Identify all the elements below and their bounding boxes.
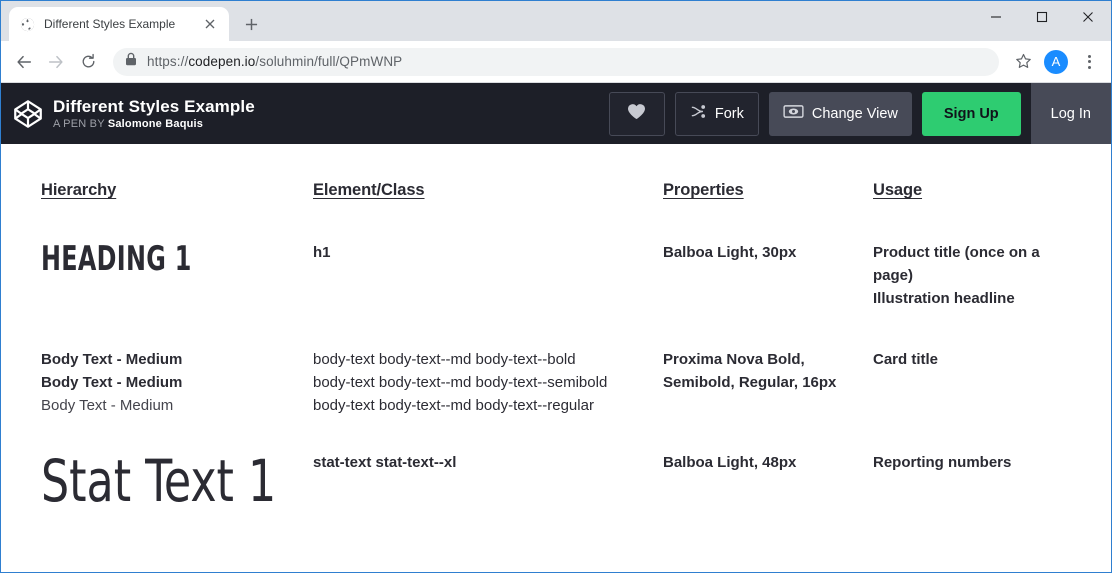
address-bar[interactable]: https://codepen.io/soluhmin/full/QPmWNP xyxy=(113,47,999,76)
cell-properties: Proxima Nova Bold, Semibold, Regular, 16… xyxy=(663,311,873,418)
usage-line: Product title (once on a xyxy=(873,244,1040,261)
back-arrow-icon[interactable] xyxy=(9,47,39,77)
cell-properties: Balboa Light, 48px xyxy=(663,418,873,510)
usage-line: Illustration headline xyxy=(873,289,1015,307)
pen-title: Different Styles Example xyxy=(53,96,255,116)
sign-up-label: Sign Up xyxy=(943,105,999,122)
property-line: Balboa Light, 30px xyxy=(663,244,797,261)
pen-content: Hierarchy Element/Class Properties Usage… xyxy=(1,144,1111,572)
browser-window: Different Styles Example https://codepen… xyxy=(0,0,1112,573)
kebab-menu-icon[interactable] xyxy=(1075,48,1103,76)
property-line: Proxima Nova Bold, xyxy=(663,350,805,368)
column-header-hierarchy: Hierarchy xyxy=(41,181,117,199)
cell-properties: Balboa Light, 30px xyxy=(663,200,873,311)
sample-body-regular: Body Text - Medium xyxy=(41,396,174,414)
cell-usage: Reporting numbers xyxy=(873,418,1111,510)
property-line: Balboa Light, 48px xyxy=(663,453,797,471)
class-name: stat-text stat-text--xl xyxy=(313,453,457,471)
pen-author: Salomone Baquis xyxy=(107,117,204,130)
class-name: body-text body-text--md body-text--semib… xyxy=(313,373,608,391)
cell-usage: Product title (once on a page) Illustrat… xyxy=(873,200,1111,311)
sample-heading-1: HEADING 1 xyxy=(41,239,192,279)
class-name: body-text body-text--md body-text--regul… xyxy=(313,396,594,414)
fork-icon xyxy=(690,104,707,123)
pen-byline: A PEN BY Salomone Baquis xyxy=(53,117,255,131)
byline-prefix: A PEN BY xyxy=(53,117,105,130)
fork-label: Fork xyxy=(714,105,744,122)
window-controls xyxy=(973,1,1111,33)
tab-strip: Different Styles Example xyxy=(1,1,1111,41)
styles-table: Hierarchy Element/Class Properties Usage… xyxy=(1,144,1111,510)
column-header-properties: Properties xyxy=(663,181,744,199)
cell-hierarchy: Body Text - Medium Body Text - Medium Bo… xyxy=(41,311,313,418)
url-text: https://codepen.io/soluhmin/full/QPmWNP xyxy=(147,54,402,69)
cell-element-class: body-text body-text--md body-text--bold … xyxy=(313,311,663,418)
sample-stat-text: Stat Text 1 xyxy=(41,446,277,515)
class-name: h1 xyxy=(313,244,331,261)
cell-element-class: h1 xyxy=(313,200,663,311)
column-header-usage: Usage xyxy=(873,181,923,199)
class-name: body-text body-text--md body-text--bold xyxy=(313,350,576,368)
reload-icon[interactable] xyxy=(73,47,103,77)
codepen-logo-icon[interactable] xyxy=(11,97,45,131)
sign-up-button[interactable]: Sign Up xyxy=(921,91,1021,136)
fork-button[interactable]: Fork xyxy=(674,91,759,136)
lock-icon xyxy=(125,52,137,71)
codepen-titles: Different Styles Example A PEN BY Salomo… xyxy=(53,96,255,132)
change-view-button[interactable]: Change View xyxy=(768,91,912,136)
url-full: https://codepen.io/soluhmin/full/QPmWNP xyxy=(147,54,403,69)
minimize-icon[interactable] xyxy=(973,1,1019,33)
sample-body-semibold: Body Text - Medium xyxy=(41,373,183,391)
sample-body-bold: Body Text - Medium xyxy=(41,350,183,368)
usage-line: page) xyxy=(873,266,914,284)
star-icon[interactable] xyxy=(1009,48,1037,76)
avatar[interactable]: A xyxy=(1044,49,1068,74)
close-icon[interactable] xyxy=(201,15,219,33)
cell-usage: Card title xyxy=(873,311,1111,418)
log-in-button[interactable]: Log In xyxy=(1030,83,1111,144)
window-close-icon[interactable] xyxy=(1065,1,1111,33)
browser-tab[interactable]: Different Styles Example xyxy=(9,7,229,41)
tab-title: Different Styles Example xyxy=(44,17,176,31)
love-button[interactable] xyxy=(608,91,665,136)
change-view-label: Change View xyxy=(811,105,898,122)
forward-arrow-icon[interactable] xyxy=(41,47,71,77)
usage-line: Card title xyxy=(873,350,939,368)
codepen-header: Different Styles Example A PEN BY Salomo… xyxy=(1,83,1111,144)
maximize-icon[interactable] xyxy=(1019,1,1065,33)
log-in-label: Log In xyxy=(1050,105,1091,122)
globe-icon xyxy=(19,16,35,32)
property-line: Semibold, Regular, 16px xyxy=(663,373,837,391)
cell-hierarchy: Stat Text 1 xyxy=(41,418,313,510)
browser-toolbar: https://codepen.io/soluhmin/full/QPmWNP … xyxy=(1,41,1111,83)
heart-icon xyxy=(627,103,646,124)
new-tab-button[interactable] xyxy=(237,10,265,38)
eye-icon xyxy=(783,104,804,123)
cell-hierarchy: HEADING 1 xyxy=(41,200,313,311)
column-header-element-class: Element/Class xyxy=(313,181,425,199)
codepen-actions: Fork Change View Sign Up Log In xyxy=(608,83,1111,144)
usage-line: Reporting numbers xyxy=(873,453,1012,471)
cell-element-class: stat-text stat-text--xl xyxy=(313,418,663,510)
